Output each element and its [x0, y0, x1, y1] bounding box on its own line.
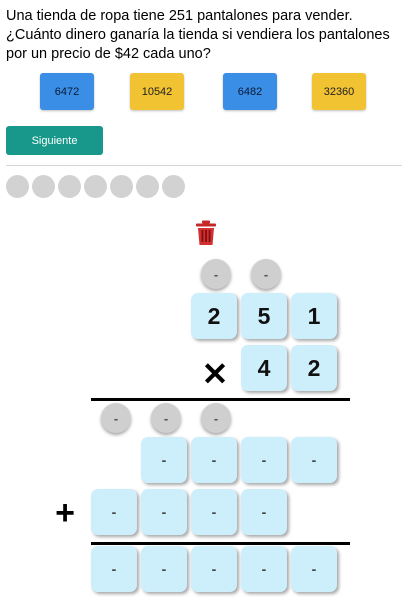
multiplicand-digit: 2 [191, 293, 237, 339]
answer-option-2[interactable]: 10542 [130, 73, 184, 110]
partial-product-2-cell[interactable]: - [241, 489, 287, 535]
progress-dot [6, 175, 29, 198]
partial-product-2-cell[interactable]: - [141, 489, 187, 535]
product-line [91, 398, 350, 401]
carry-input[interactable]: - [251, 259, 281, 289]
progress-dot [58, 175, 81, 198]
progress-dot [32, 175, 55, 198]
multiplier-digit: 4 [241, 345, 287, 391]
result-cell[interactable]: - [91, 546, 137, 592]
trash-icon[interactable] [195, 220, 217, 246]
progress-dot [84, 175, 107, 198]
partial-product-1-cell[interactable]: - [191, 437, 237, 483]
sum-line [91, 542, 350, 545]
result-cell[interactable]: - [141, 546, 187, 592]
progress-dot [136, 175, 159, 198]
partial-product-1-cell[interactable]: - [291, 437, 337, 483]
multiply-sign: ✕ [201, 356, 229, 392]
next-button[interactable]: Siguiente [6, 126, 103, 155]
partial-product-1-cell[interactable]: - [141, 437, 187, 483]
carry-input[interactable]: - [101, 403, 131, 433]
carry-input[interactable]: - [201, 403, 231, 433]
carry-input[interactable]: - [201, 259, 231, 289]
multiplicand-digit: 5 [241, 293, 287, 339]
result-cell[interactable]: - [191, 546, 237, 592]
multiplicand-digit: 1 [291, 293, 337, 339]
answer-option-4[interactable]: 32360 [312, 73, 366, 110]
answer-option-1[interactable]: 6472 [40, 73, 94, 110]
progress-dot [162, 175, 185, 198]
result-cell[interactable]: - [241, 546, 287, 592]
divider [6, 165, 402, 166]
progress-dot [110, 175, 133, 198]
partial-product-2-cell[interactable]: - [91, 489, 137, 535]
partial-product-2-cell[interactable]: - [191, 489, 237, 535]
multiplier-digit: 2 [291, 345, 337, 391]
result-cell[interactable]: - [291, 546, 337, 592]
answer-option-3[interactable]: 6482 [223, 73, 277, 110]
plus-sign: + [55, 493, 75, 532]
question-text: Una tienda de ropa tiene 251 pantalones … [6, 8, 390, 62]
partial-product-1-cell[interactable]: - [241, 437, 287, 483]
carry-input[interactable]: - [151, 403, 181, 433]
